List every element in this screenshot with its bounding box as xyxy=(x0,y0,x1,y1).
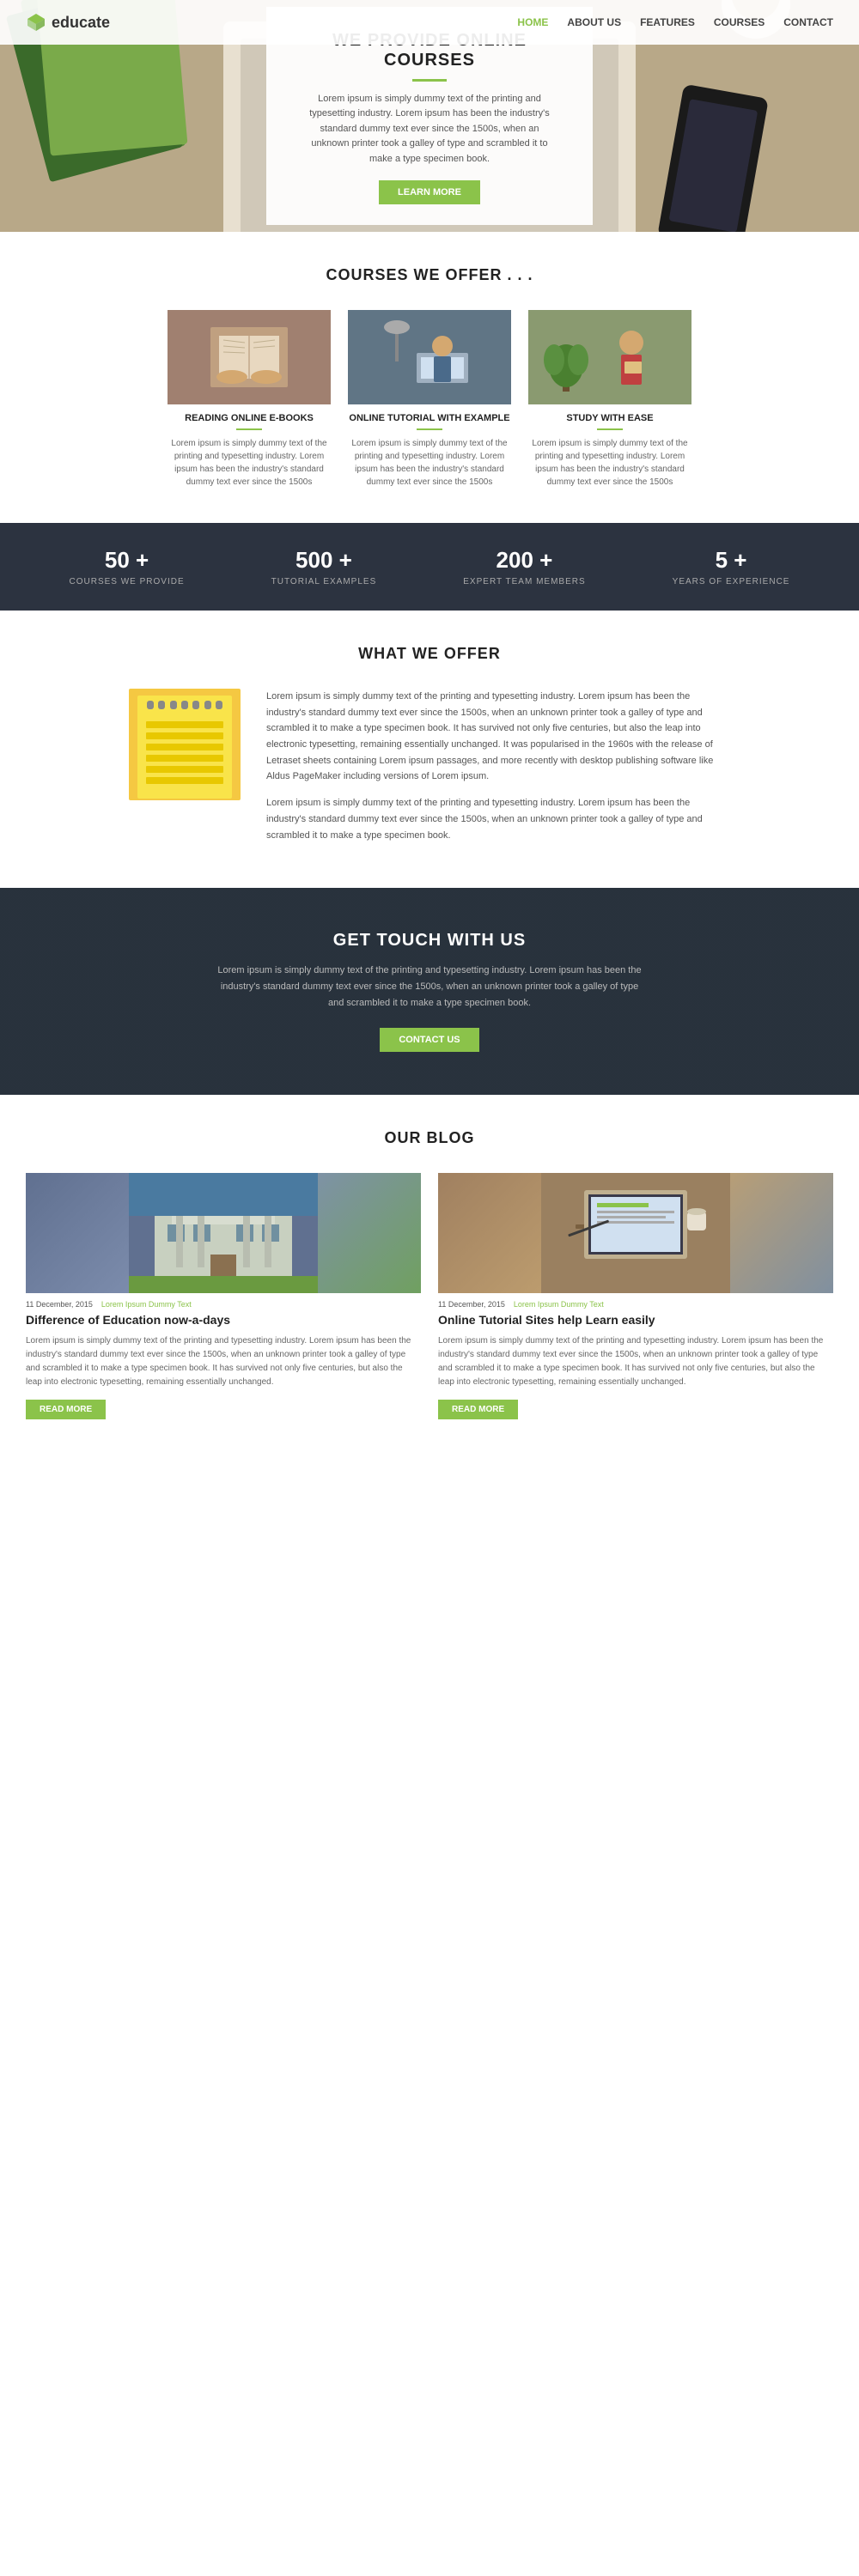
get-touch-title: GET TOUCH WITH US xyxy=(26,931,833,951)
offer-paragraph-1: Lorem ipsum is simply dummy text of the … xyxy=(266,689,730,785)
nav-links: HOME ABOUT US FEATURES COURSES CONTACT xyxy=(517,16,833,28)
blog-image-2 xyxy=(438,1173,833,1293)
courses-grid: READING ONLINE E-BOOKS Lorem ipsum is si… xyxy=(26,310,833,489)
blog-desc-1: Lorem ipsum is simply dummy text of the … xyxy=(26,1334,421,1389)
hero-divider xyxy=(412,79,447,82)
blog-title-1: Difference of Education now-a-days xyxy=(26,1312,421,1327)
stat-item-3: 200 + EXPERT TEAM MEMBERS xyxy=(463,547,585,586)
blog-meta-2: 11 December, 2015 Lorem Ipsum Dummy Text xyxy=(438,1300,833,1309)
course-divider-3 xyxy=(597,428,623,430)
blog-grid: 11 December, 2015 Lorem Ipsum Dummy Text… xyxy=(26,1173,833,1419)
spiral-4 xyxy=(181,701,188,709)
course-desc-2: Lorem ipsum is simply dummy text of the … xyxy=(348,437,511,489)
blog-category-1: Lorem Ipsum Dummy Text xyxy=(101,1300,192,1309)
blog-section-title: OUR BLOG xyxy=(26,1129,833,1147)
blog-card-1: 11 December, 2015 Lorem Ipsum Dummy Text… xyxy=(26,1173,421,1419)
logo-text: educate xyxy=(52,14,110,32)
offer-image xyxy=(129,689,241,800)
blog-img-svg-1 xyxy=(26,1173,421,1293)
notepad-line-5 xyxy=(146,766,223,773)
stat-number-3: 200 + xyxy=(463,547,585,574)
nav-contact[interactable]: CONTACT xyxy=(783,16,833,28)
notepad-line-3 xyxy=(146,744,223,750)
blog-section: OUR BLOG xyxy=(0,1095,859,1454)
stat-label-2: TUTORIAL EXAMPLES xyxy=(271,577,377,586)
blog-image-1 xyxy=(26,1173,421,1293)
course-image-1 xyxy=(168,310,331,404)
navbar: educate HOME ABOUT US FEATURES COURSES C… xyxy=(0,0,859,45)
course-card-1: READING ONLINE E-BOOKS Lorem ipsum is si… xyxy=(168,310,331,489)
blog-read-more-1[interactable]: READ MORE xyxy=(26,1400,106,1419)
nav-courses[interactable]: COURSES xyxy=(714,16,765,28)
nav-home[interactable]: HOME xyxy=(517,16,548,28)
stat-label-1: COURSES WE PROVIDE xyxy=(70,577,185,586)
courses-section: COURSES WE OFFER . . . xyxy=(0,232,859,523)
course-img-svg-3 xyxy=(528,310,691,404)
notepad-spirals xyxy=(137,701,232,709)
notepad-lines xyxy=(137,696,232,797)
course-image-2 xyxy=(348,310,511,404)
what-we-offer-section: WHAT WE OFFER xyxy=(0,611,859,888)
course-image-3 xyxy=(528,310,691,404)
blog-img-svg-2 xyxy=(438,1173,833,1293)
courses-section-title: COURSES WE OFFER . . . xyxy=(26,266,833,284)
notepad-line-4 xyxy=(146,755,223,762)
stat-number-4: 5 + xyxy=(673,547,790,574)
stat-item-1: 50 + COURSES WE PROVIDE xyxy=(70,547,185,586)
blog-date-1: 11 December, 2015 xyxy=(26,1300,93,1309)
spiral-6 xyxy=(204,701,211,709)
course-title-1: READING ONLINE E-BOOKS xyxy=(168,413,331,423)
offer-content: Lorem ipsum is simply dummy text of the … xyxy=(129,689,730,854)
stat-item-4: 5 + YEARS OF EXPERIENCE xyxy=(673,547,790,586)
course-card-2: ONLINE TUTORIAL WITH EXAMPLE Lorem ipsum… xyxy=(348,310,511,489)
spiral-7 xyxy=(216,701,222,709)
stat-label-4: YEARS OF EXPERIENCE xyxy=(673,577,790,586)
course-img-svg-1 xyxy=(168,310,331,404)
course-divider-1 xyxy=(236,428,262,430)
notepad-line-2 xyxy=(146,732,223,739)
course-divider-2 xyxy=(417,428,442,430)
blog-date-2: 11 December, 2015 xyxy=(438,1300,505,1309)
blog-title-2: Online Tutorial Sites help Learn easily xyxy=(438,1312,833,1327)
blog-card-2: 11 December, 2015 Lorem Ipsum Dummy Text… xyxy=(438,1173,833,1419)
blog-desc-2: Lorem ipsum is simply dummy text of the … xyxy=(438,1334,833,1389)
blog-read-more-2[interactable]: READ MORE xyxy=(438,1400,518,1419)
stat-number-2: 500 + xyxy=(271,547,377,574)
stat-number-1: 50 + xyxy=(70,547,185,574)
blog-category-2: Lorem Ipsum Dummy Text xyxy=(514,1300,604,1309)
course-card-3: STUDY WITH EASE Lorem ipsum is simply du… xyxy=(528,310,691,489)
course-desc-1: Lorem ipsum is simply dummy text of the … xyxy=(168,437,331,489)
logo-icon xyxy=(26,12,46,33)
notepad-line-1 xyxy=(146,721,223,728)
get-touch-description: Lorem ipsum is simply dummy text of the … xyxy=(215,963,644,1011)
stats-banner: 50 + COURSES WE PROVIDE 500 + TUTORIAL E… xyxy=(0,523,859,611)
spiral-3 xyxy=(170,701,177,709)
what-we-offer-title: WHAT WE OFFER xyxy=(26,645,833,663)
spiral-2 xyxy=(158,701,165,709)
contact-us-button[interactable]: CONTACT US xyxy=(380,1028,478,1052)
course-img-svg-2 xyxy=(348,310,511,404)
offer-text: Lorem ipsum is simply dummy text of the … xyxy=(266,689,730,854)
hero-description: Lorem ipsum is simply dummy text of the … xyxy=(301,92,558,167)
offer-paragraph-2: Lorem ipsum is simply dummy text of the … xyxy=(266,795,730,843)
logo[interactable]: educate xyxy=(26,12,110,33)
notepad-graphic xyxy=(137,696,232,799)
course-desc-3: Lorem ipsum is simply dummy text of the … xyxy=(528,437,691,489)
course-title-2: ONLINE TUTORIAL WITH EXAMPLE xyxy=(348,413,511,423)
spiral-5 xyxy=(192,701,199,709)
spiral-1 xyxy=(147,701,154,709)
nav-features[interactable]: FEATURES xyxy=(640,16,695,28)
stat-item-2: 500 + TUTORIAL EXAMPLES xyxy=(271,547,377,586)
stat-label-3: EXPERT TEAM MEMBERS xyxy=(463,577,585,586)
course-title-3: STUDY WITH EASE xyxy=(528,413,691,423)
notepad-line-6 xyxy=(146,777,223,784)
nav-about[interactable]: ABOUT US xyxy=(567,16,621,28)
hero-cta-button[interactable]: LEARN MORE xyxy=(379,180,480,204)
get-touch-section: GET TOUCH WITH US Lorem ipsum is simply … xyxy=(0,888,859,1095)
blog-meta-1: 11 December, 2015 Lorem Ipsum Dummy Text xyxy=(26,1300,421,1309)
